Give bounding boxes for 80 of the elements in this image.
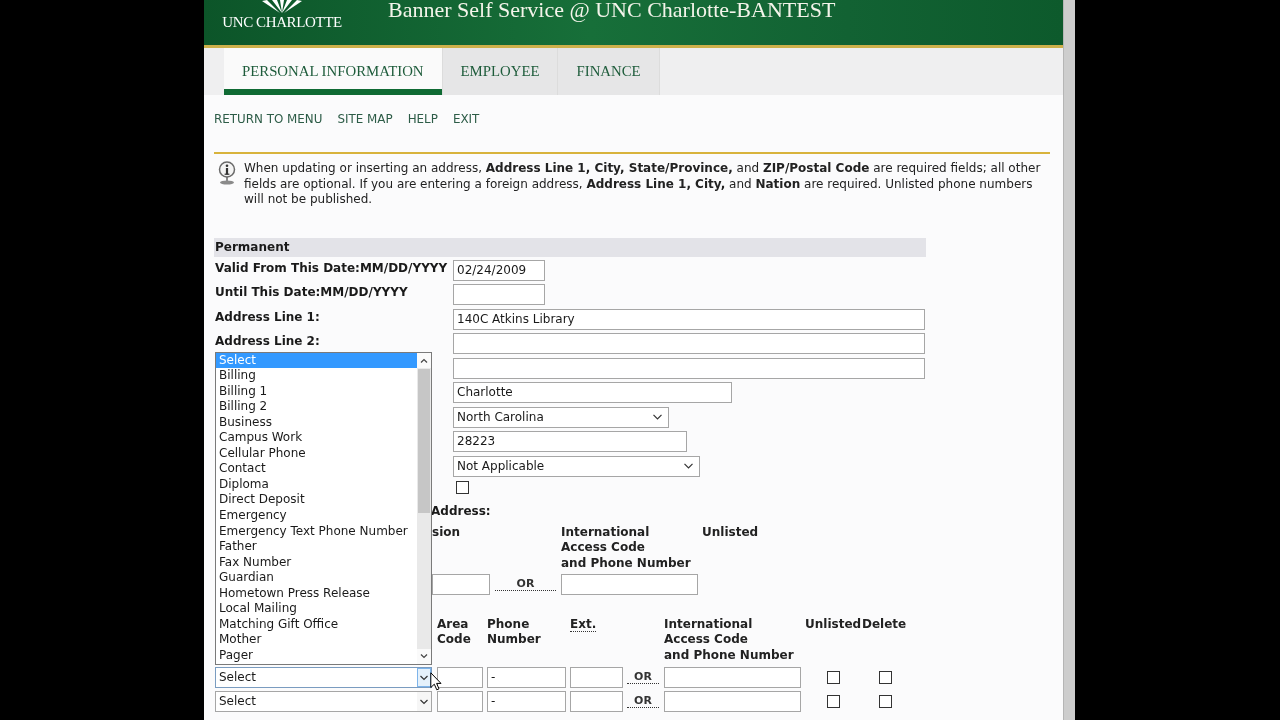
input-field[interactable]: 140C Atkins Library xyxy=(453,308,925,330)
column-header: Area Code xyxy=(437,616,472,648)
dropdown-select[interactable]: Select xyxy=(215,690,432,712)
input-field[interactable] xyxy=(453,284,545,305)
input-field[interactable] xyxy=(453,333,925,354)
dropdown-select[interactable]: Select xyxy=(215,666,432,688)
nav-link[interactable]: HELP xyxy=(407,112,438,126)
input-field[interactable] xyxy=(570,690,623,712)
input-field[interactable] xyxy=(570,666,623,688)
input-field[interactable] xyxy=(664,690,801,712)
dropdown-option[interactable]: Pager xyxy=(216,647,417,664)
dropdown-option[interactable]: Guardian xyxy=(216,570,417,586)
dropdown-option[interactable]: Emergency xyxy=(216,507,417,524)
info-message: When updating or inserting an address, Address Line 1, City, State/Province, and ZIP/Postal Code are required fields; all other fields are optional. If you are entering a foreign address, Address Line 1, City, and Nation are required. Unlisted phone numbers will not be published. xyxy=(244,161,1042,208)
dropdown-select[interactable]: Not Applicable xyxy=(453,455,700,477)
dropdown-option[interactable]: Diploma xyxy=(216,476,417,493)
nav-link[interactable]: RETURN TO MENU xyxy=(214,112,323,126)
or-label: OR xyxy=(627,670,659,684)
tab[interactable]: FINANCE xyxy=(558,48,660,95)
checkbox[interactable] xyxy=(456,481,469,494)
checkbox[interactable] xyxy=(827,694,840,708)
input-field[interactable] xyxy=(437,690,483,712)
dropdown-option[interactable]: Fax Number xyxy=(216,554,417,571)
column-header: Phone Number xyxy=(487,616,542,648)
input-field[interactable] xyxy=(437,666,483,688)
field-label: Valid From This Date:MM/DD/YYYY xyxy=(214,259,449,277)
checkbox[interactable] xyxy=(879,670,892,684)
column-header: sion xyxy=(432,524,462,541)
input-field[interactable] xyxy=(432,573,490,595)
dropdown-option[interactable]: Contact xyxy=(216,461,417,477)
input-field[interactable]: 02/24/2009 xyxy=(453,259,545,281)
column-header: International Access Code and Phone Number xyxy=(664,616,795,664)
chevron-down-icon xyxy=(417,691,431,711)
input-field[interactable] xyxy=(664,666,801,688)
column-header: International Access Code and Phone Number xyxy=(561,524,692,571)
input-field[interactable]: - xyxy=(487,690,566,712)
input-field[interactable] xyxy=(561,573,698,595)
input-field[interactable] xyxy=(453,357,925,379)
field-label: Until This Date:MM/DD/YYYY xyxy=(214,284,409,301)
nav-link[interactable]: SITE MAP xyxy=(337,112,393,126)
dropdown-option[interactable]: Cellular Phone xyxy=(216,445,417,462)
checkbox[interactable] xyxy=(827,670,840,684)
dropdown-option[interactable]: Billing 2 xyxy=(216,399,417,415)
column-header: Delete xyxy=(862,616,908,633)
nav-link[interactable]: EXIT xyxy=(452,112,480,126)
tab[interactable]: PERSONAL INFORMATION xyxy=(224,48,443,95)
checkbox[interactable] xyxy=(879,694,892,708)
dropdown-option[interactable]: Billing 1 xyxy=(216,383,417,400)
dropdown-option[interactable]: Father xyxy=(216,539,417,555)
dropdown-option[interactable]: Business xyxy=(216,414,417,431)
dropdown-option[interactable]: Mother xyxy=(216,632,417,648)
tab[interactable]: EMPLOYEE xyxy=(442,48,559,95)
or-label: OR xyxy=(627,694,659,708)
logo-text: UNC CHARLOTTE xyxy=(222,14,342,30)
column-header: Unlisted xyxy=(805,616,862,633)
dropdown-option[interactable]: Billing xyxy=(216,368,417,384)
input-field[interactable]: Charlotte xyxy=(453,382,732,403)
dropdown-option[interactable]: Direct Deposit xyxy=(216,492,417,508)
chevron-down-icon xyxy=(417,667,431,687)
or-label: OR xyxy=(495,577,556,591)
info-icon xyxy=(216,161,238,185)
page-scrollbar[interactable] xyxy=(1063,0,1075,720)
column-header: Ext. xyxy=(570,616,598,634)
input-field[interactable]: 28223 xyxy=(453,431,687,452)
dropdown-option[interactable]: Emergency Text Phone Number xyxy=(216,523,417,540)
pointer-cursor-icon xyxy=(430,671,442,691)
dropdown-option[interactable]: Hometown Press Release xyxy=(216,585,417,602)
chevron-down-icon xyxy=(684,463,693,469)
dropdown-option[interactable]: Local Mailing xyxy=(216,601,417,617)
field-label: Address Line 2: xyxy=(214,333,321,350)
section-heading: Permanent xyxy=(214,237,926,257)
dropdown-option[interactable]: Matching Gift Office xyxy=(216,616,417,633)
column-header: Unlisted xyxy=(702,524,760,541)
field-label: Address Line 1: xyxy=(214,308,321,326)
dropdown-select[interactable]: North Carolina xyxy=(453,406,669,428)
input-field[interactable]: - xyxy=(487,666,566,688)
dropdown-option[interactable]: Campus Work xyxy=(216,430,417,446)
section-heading: Address: xyxy=(431,503,492,519)
page-title: Banner Self Service @ UNC Charlotte-BANTEST xyxy=(388,0,836,21)
chevron-down-icon xyxy=(653,414,662,420)
